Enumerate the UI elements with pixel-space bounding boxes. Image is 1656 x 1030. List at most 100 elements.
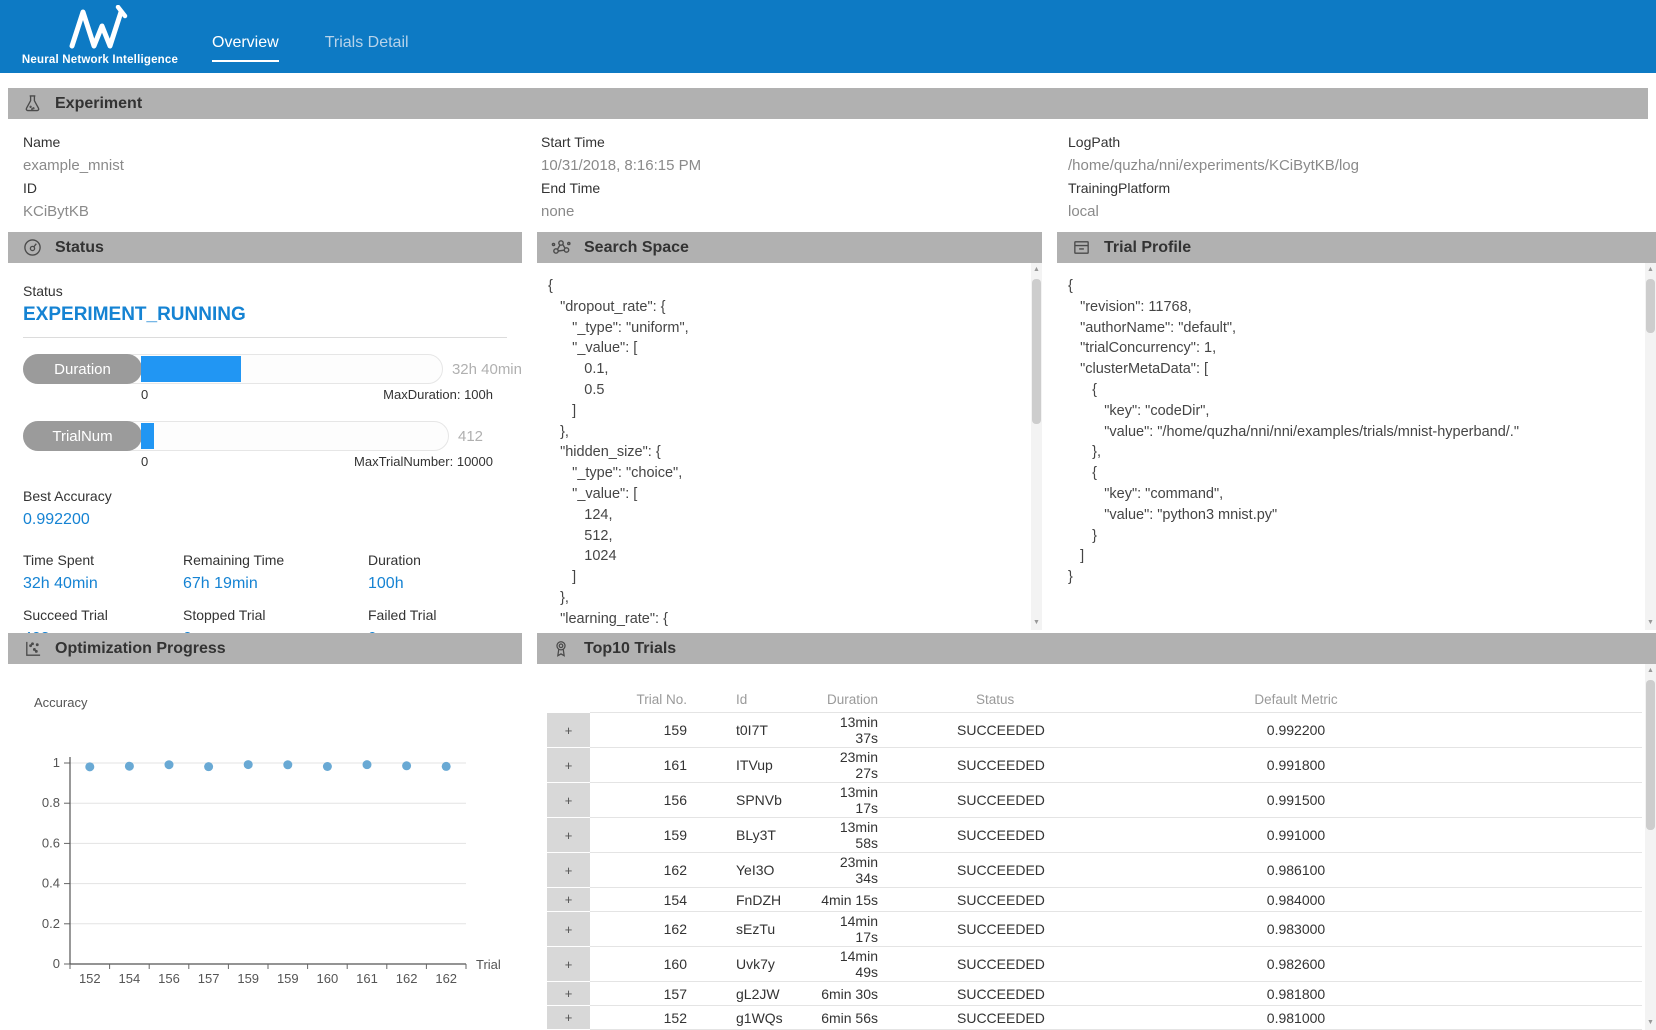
cell-duration: 6min 30s [813,982,884,1006]
svg-text:159: 159 [237,971,259,986]
expand-column-header [547,686,590,713]
top10-panel: Top10 Trials Trial No. Id Duration Statu… [537,633,1656,1030]
svg-text:0.6: 0.6 [42,835,60,850]
expand-button[interactable]: + [547,982,590,1006]
table-row: +154FnDZH4min 15sSUCCEEDED0.984000 [547,888,1642,912]
progress-track: Duration [23,354,443,384]
field-value: KCiBytKB [23,200,541,223]
trial-profile-scrollbar[interactable]: ▲ ▼ [1645,263,1656,630]
top10-panel-header: Top10 Trials [537,633,1656,664]
experiment-fields: Nameexample_mnistIDKCiBytKBStart Time10/… [8,119,1648,223]
cell-id: YeI3O [693,853,813,888]
status-panel-header: Status [8,232,522,263]
svg-text:162: 162 [396,971,418,986]
cell-status: SUCCEEDED [884,982,1147,1006]
stat-value: 100h [368,572,522,595]
cell-status: SUCCEEDED [884,818,1147,853]
field-value: none [541,200,1068,223]
scroll-up-arrow[interactable]: ▲ [1031,264,1042,276]
status-panel-title: Status [55,239,104,257]
stat-value: 32h 40min [23,572,183,595]
trial-profile-panel: Trial Profile { "revision": 11768, "auth… [1057,232,1656,630]
field-label: LogPath [1068,131,1648,154]
cell-default-metric: 0.992200 [1147,713,1445,748]
cell-filler [1445,982,1642,1006]
experiment-field-column: Nameexample_mnistIDKCiBytKB [23,131,541,223]
field-label: TrainingPlatform [1068,177,1648,200]
cell-trial-no: 161 [590,748,693,783]
search-space-json[interactable]: { "dropout_rate": { "_type": "uniform", … [537,263,1042,630]
cell-duration: 23min 27s [813,748,884,783]
search-space-panel: Search Space { "dropout_rate": { "_type"… [537,232,1042,630]
svg-text:157: 157 [198,971,220,986]
expand-button[interactable]: + [547,853,590,888]
progress-label-pill: TrialNum [23,421,142,451]
scroll-down-arrow[interactable]: ▼ [1031,617,1042,629]
cell-default-metric: 0.981800 [1147,982,1445,1006]
status-value: EXPERIMENT_RUNNING [23,302,522,328]
scrollbar-thumb[interactable] [1646,279,1655,333]
col-duration: Duration [813,686,884,713]
cell-default-metric: 0.991800 [1147,748,1445,783]
axis-max: MaxTrialNumber: 10000 [354,451,493,472]
expand-button[interactable]: + [547,748,590,783]
expand-button[interactable]: + [547,912,590,947]
cell-status: SUCCEEDED [884,1006,1147,1030]
duration-bar: Duration32h 40min0MaxDuration: 100h [23,354,522,405]
scroll-down-arrow[interactable]: ▼ [1645,617,1656,629]
scrollbar-thumb[interactable] [1646,680,1655,830]
scroll-down-arrow[interactable]: ▼ [1645,1017,1656,1029]
cell-default-metric: 0.991500 [1147,783,1445,818]
field-value: /home/quzha/nni/experiments/KCiBytKB/log [1068,154,1648,177]
cell-id: gL2JW [693,982,813,1006]
expand-button[interactable]: + [547,818,590,853]
experiment-panel: Experiment Nameexample_mnistIDKCiBytKBSt… [8,88,1648,229]
scroll-up-arrow[interactable]: ▲ [1645,264,1656,276]
top10-scrollbar[interactable]: ▲ ▼ [1645,664,1656,1030]
axis-min: 0 [141,451,148,472]
axis-min: 0 [141,384,148,405]
cell-status: SUCCEEDED [884,783,1147,818]
search-space-scrollbar[interactable]: ▲ ▼ [1031,263,1042,630]
svg-text:152: 152 [79,971,101,986]
divider [23,337,507,338]
expand-button[interactable]: + [547,1006,590,1030]
scroll-up-arrow[interactable]: ▲ [1645,665,1656,677]
field-value: 10/31/2018, 8:16:15 PM [541,154,1068,177]
tab-overview[interactable]: Overview [212,34,279,62]
cell-trial-no: 152 [590,1006,693,1030]
table-row: +162sEzTu14min 17sSUCCEEDED0.983000 [547,912,1642,947]
cell-trial-no: 159 [590,713,693,748]
cell-filler [1445,947,1642,982]
col-trial-no: Trial No. [590,686,693,713]
scrollbar-thumb[interactable] [1032,279,1041,424]
cell-default-metric: 0.984000 [1147,888,1445,912]
expand-button[interactable]: + [547,888,590,912]
cell-default-metric: 0.983000 [1147,912,1445,947]
progress-fill [141,356,241,382]
svg-text:0: 0 [53,956,60,971]
flask-icon [22,94,42,114]
expand-button[interactable]: + [547,947,590,982]
cell-duration: 4min 15s [813,888,884,912]
archive-box-icon [1071,238,1091,258]
cell-status: SUCCEEDED [884,748,1147,783]
expand-button[interactable]: + [547,713,590,748]
stat-time-spent: Time Spent32h 40min [23,549,183,595]
cell-status: SUCCEEDED [884,853,1147,888]
table-row: +152g1WQs6min 56sSUCCEEDED0.981000 [547,1006,1642,1030]
gauge-icon [22,238,42,258]
cell-status: SUCCEEDED [884,947,1147,982]
status-panel: Status Status EXPERIMENT_RUNNING Duratio… [8,232,522,630]
table-row: +160Uvk7y14min 49sSUCCEEDED0.982600 [547,947,1642,982]
experiment-field-column: Start Time10/31/2018, 8:16:15 PMEnd Time… [541,131,1068,223]
expand-button[interactable]: + [547,783,590,818]
trial-profile-json[interactable]: { "revision": 11768, "authorName": "defa… [1057,263,1656,630]
stat-label: Remaining Time [183,549,368,572]
stat-value: 67h 19min [183,572,368,595]
svg-text:Trial: Trial [476,957,501,972]
cell-duration: 6min 56s [813,1006,884,1030]
tab-trials-detail[interactable]: Trials Detail [325,34,409,62]
cell-status: SUCCEEDED [884,713,1147,748]
stat-label: Failed Trial [368,604,522,627]
